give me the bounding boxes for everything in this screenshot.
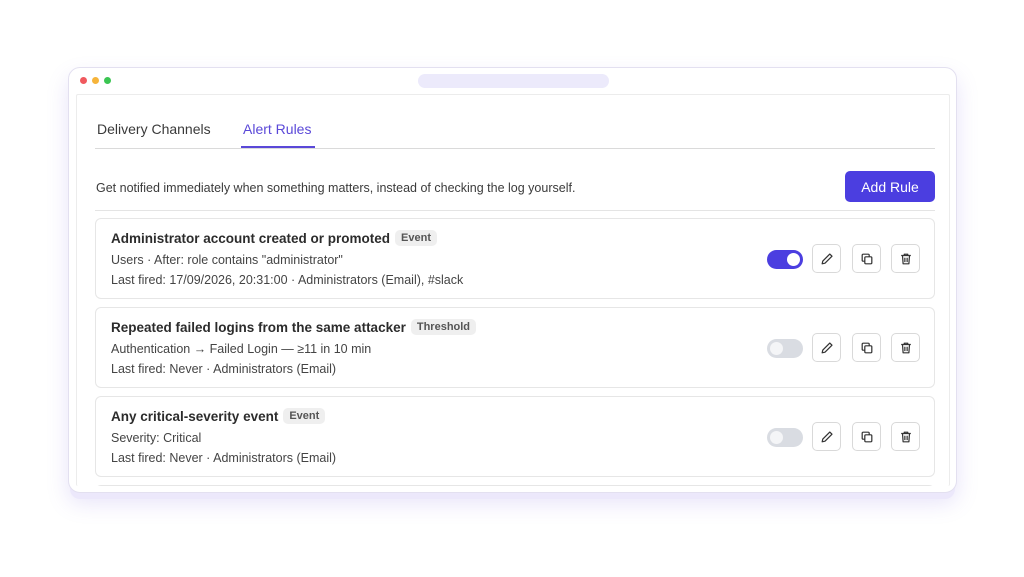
pencil-icon: [821, 341, 833, 353]
minimize-window-dot[interactable]: [92, 77, 99, 84]
tab-alert-rules[interactable]: Alert Rules: [243, 121, 311, 137]
trash-icon: [900, 342, 911, 353]
copy-icon: [861, 342, 872, 353]
trash-icon: [900, 253, 911, 264]
divider: [95, 210, 935, 211]
rule-title-row: Administrator account created or promote…: [111, 230, 438, 246]
rule-title-row: Any critical-severity event Event: [111, 408, 326, 424]
delete-rule-button[interactable]: [891, 422, 920, 451]
edit-rule-button[interactable]: [812, 333, 841, 362]
rule-last-fired: Last fired: Never · Administrators (Emai…: [111, 451, 337, 465]
rule-title-row: Repeated failed logins from the same att…: [111, 319, 477, 335]
duplicate-rule-button[interactable]: [852, 422, 881, 451]
page-description: Get notified immediately when something …: [96, 181, 576, 195]
rule-last-fired: Last fired: Never · Administrators (Emai…: [111, 362, 337, 376]
add-rule-button[interactable]: Add Rule: [845, 171, 935, 202]
rule-enabled-toggle[interactable]: [767, 428, 803, 447]
tab-bar: Delivery Channels Alert Rules: [95, 95, 935, 149]
delete-rule-button[interactable]: [891, 244, 920, 273]
app-window: Delivery Channels Alert Rules Get notifi…: [68, 67, 957, 493]
copy-icon: [861, 431, 872, 442]
pencil-icon: [821, 430, 833, 442]
close-window-dot[interactable]: [80, 77, 87, 84]
rule-title: Any critical-severity event: [111, 408, 279, 424]
copy-icon: [861, 253, 872, 264]
rule-detail: Users · After: role contains "administra…: [111, 253, 343, 267]
rule-title: Administrator account created or promote…: [111, 230, 391, 246]
rule-enabled-toggle[interactable]: [767, 250, 803, 269]
edit-rule-button[interactable]: [812, 422, 841, 451]
rule-type-badge: Event: [395, 230, 438, 246]
content-panel: Delivery Channels Alert Rules Get notifi…: [76, 94, 950, 486]
window-titlebar: [69, 68, 956, 94]
rule-card: Administrator account created or promote…: [95, 218, 935, 299]
toggle-knob: [770, 431, 783, 444]
rule-enabled-toggle[interactable]: [767, 339, 803, 358]
trash-icon: [900, 431, 911, 442]
delete-rule-button[interactable]: [891, 333, 920, 362]
rule-type-badge: Threshold: [410, 319, 477, 335]
duplicate-rule-button[interactable]: [852, 244, 881, 273]
rule-card-partial: [95, 485, 935, 486]
rule-last-fired: Last fired: 17/09/2026, 20:31:00 · Admin…: [111, 273, 464, 287]
maximize-window-dot[interactable]: [104, 77, 111, 84]
edit-rule-button[interactable]: [812, 244, 841, 273]
rule-card: Any critical-severity event Event Severi…: [95, 396, 935, 477]
pencil-icon: [821, 252, 833, 264]
rule-type-badge: Event: [283, 408, 326, 424]
duplicate-rule-button[interactable]: [852, 333, 881, 362]
address-bar[interactable]: [418, 74, 609, 88]
tab-delivery-channels[interactable]: Delivery Channels: [97, 121, 211, 137]
rule-detail: Severity: Critical: [111, 431, 202, 445]
active-tab-indicator: [241, 146, 315, 148]
toggle-knob: [770, 342, 783, 355]
toggle-knob: [787, 253, 800, 266]
rule-detail: Authentication → Failed Login — ≥11 in 1…: [111, 342, 372, 356]
rule-title: Repeated failed logins from the same att…: [111, 319, 406, 335]
rule-card: Repeated failed logins from the same att…: [95, 307, 935, 388]
